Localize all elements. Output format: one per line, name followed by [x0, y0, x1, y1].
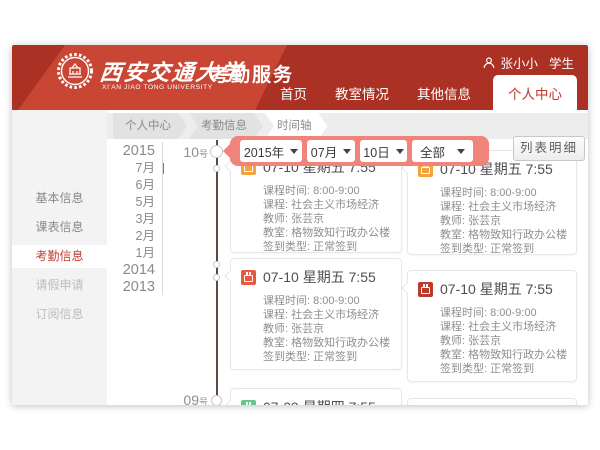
breadcrumb-personal-center[interactable]: 个人中心 — [113, 113, 187, 139]
calendar-icon — [241, 400, 256, 406]
card-line: 课程时间: 8:00-9:00 — [263, 294, 391, 308]
month-dropdown[interactable]: 07月 — [307, 140, 355, 162]
card-line: 教师: 张芸京 — [440, 334, 566, 348]
card-line: 签到类型: 正常签到 — [440, 242, 566, 256]
nav-item-other-info[interactable]: 其他信息 — [403, 83, 485, 110]
card-title: 07-10 星期五 7:55 — [440, 279, 553, 299]
timeline-node — [213, 261, 220, 268]
timeline-year-month-nav: 2015 7月 6月 5月 3月 2月 1月 2014 2013 — [72, 143, 155, 296]
chevron-down-icon — [396, 149, 404, 154]
filter-bar: 2015年 07月 10日 全部 — [230, 136, 489, 166]
day-marker-10: 10号 — [162, 144, 208, 162]
main-nav: 首页 教室情况 其他信息 个人中心 — [266, 75, 577, 110]
card-line: 课程: 社会主义市场经济 — [263, 308, 391, 322]
timeline-node — [210, 145, 223, 158]
attendance-card: 07-10 星期五 7:55 课程时间: 8:00-9:00 课程: 社会主义市… — [230, 258, 402, 370]
card-line: 教室: 格物致知行政办公楼 — [263, 226, 391, 240]
filter-bar-pointer — [223, 144, 230, 158]
timeline-nav-may[interactable]: 5月 — [72, 194, 155, 211]
card-line: 课程时间: 8:00-9:00 — [263, 184, 391, 198]
nav-item-home[interactable]: 首页 — [266, 83, 321, 110]
card-line: 课程: 社会主义市场经济 — [440, 200, 566, 214]
card-title: 07-10 星期五 7:55 — [263, 267, 376, 287]
card-line: 教室: 格物致知行政办公楼 — [440, 348, 566, 362]
card-line: 课程时间: 8:00-9:00 — [440, 186, 566, 200]
nav-item-personal-center[interactable]: 个人中心 — [493, 75, 577, 110]
timeline-spine — [216, 140, 218, 405]
attendance-card: 07-09 星期四 7:55 — [230, 388, 402, 405]
year-month-divider — [162, 142, 163, 295]
user-role: 学生 — [549, 53, 574, 72]
timeline-node — [213, 165, 220, 172]
card-line: 教室: 格物致知行政办公楼 — [440, 228, 566, 242]
scope-dropdown[interactable]: 全部 — [412, 140, 473, 162]
day-marker-09: 09号 — [162, 392, 208, 405]
chevron-down-icon — [457, 149, 465, 154]
year-dropdown[interactable]: 2015年 — [240, 140, 302, 162]
timeline-nav-mar[interactable]: 3月 — [72, 211, 155, 228]
card-line: 签到类型: 正常签到 — [263, 240, 391, 254]
nav-item-classrooms[interactable]: 教室情况 — [321, 83, 403, 110]
attendance-card: 07-10 星期五 7:55 课程时间: 8:00-9:00 课程: 社会主义市… — [407, 270, 577, 382]
timeline-nav-feb[interactable]: 2月 — [72, 228, 155, 245]
card-line: 教室: 格物致知行政办公楼 — [263, 336, 391, 350]
card-line: 签到类型: 正常签到 — [440, 362, 566, 376]
card-line: 教师: 张芸京 — [440, 214, 566, 228]
card-line: 课程: 社会主义市场经济 — [263, 198, 391, 212]
day-dropdown[interactable]: 10日 — [360, 140, 407, 162]
university-logo-icon — [56, 52, 94, 90]
timeline-node — [211, 395, 222, 405]
timeline-nav-jul[interactable]: 7月 — [72, 160, 155, 177]
card-title: 07-09 星期四 7:55 — [263, 397, 376, 405]
card-line: 教师: 张芸京 — [263, 212, 391, 226]
app-header: 西安交通大学 XI'AN JIAO TONG UNIVERSITY 考勤服务 张… — [12, 45, 588, 110]
card-line: 签到类型: 正常签到 — [263, 350, 391, 364]
user-menu[interactable]: 张小小 学生 — [483, 53, 574, 72]
chevron-down-icon — [290, 149, 298, 154]
timeline-nav-2014[interactable]: 2014 — [72, 262, 155, 279]
calendar-icon — [241, 270, 256, 285]
chevron-down-icon — [343, 149, 351, 154]
person-icon — [483, 57, 495, 69]
list-detail-button[interactable]: 列表明细 — [513, 136, 585, 161]
university-name-en: XI'AN JIAO TONG UNIVERSITY — [102, 84, 213, 91]
app-window: 西安交通大学 XI'AN JIAO TONG UNIVERSITY 考勤服务 张… — [12, 45, 588, 405]
user-name: 张小小 — [500, 53, 538, 72]
attendance-card — [407, 398, 577, 405]
card-line: 教师: 张芸京 — [263, 322, 391, 336]
card-line: 课程: 社会主义市场经济 — [440, 320, 566, 334]
timeline-nav-jun[interactable]: 6月 — [72, 177, 155, 194]
timeline-node — [213, 274, 220, 281]
calendar-icon — [418, 282, 433, 297]
timeline-nav-2013[interactable]: 2013 — [72, 279, 155, 296]
timeline-nav-2015[interactable]: 2015 — [72, 143, 155, 160]
timeline-nav-jan[interactable]: 1月 — [72, 245, 155, 262]
card-line: 课程时间: 8:00-9:00 — [440, 306, 566, 320]
sidebar-item-subscription[interactable]: 订阅信息 — [12, 303, 107, 326]
